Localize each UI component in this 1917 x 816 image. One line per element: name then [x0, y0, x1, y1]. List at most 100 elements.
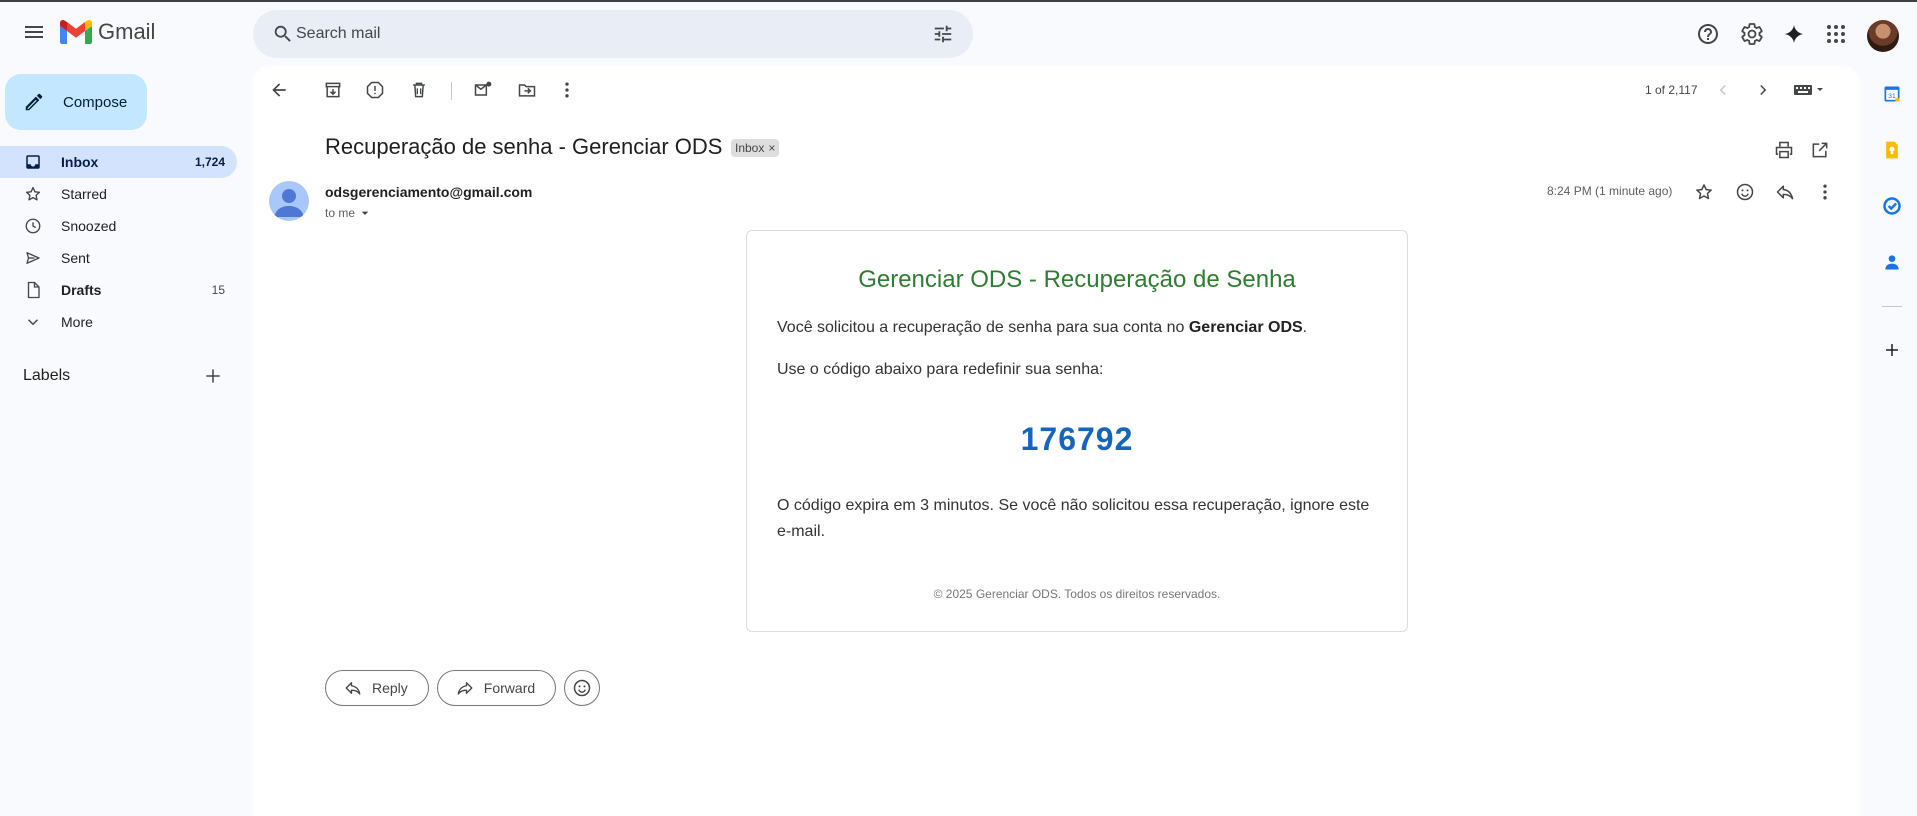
keyboard-icon — [1794, 85, 1823, 95]
compose-button[interactable]: Compose — [5, 74, 147, 130]
move-to-button[interactable] — [509, 72, 545, 108]
message-more-button[interactable] — [1807, 174, 1843, 210]
sender-avatar[interactable] — [269, 181, 309, 221]
gmail-m-icon — [60, 20, 92, 44]
unread-count: 1,724 — [194, 155, 225, 169]
p1-bold-brand: Gerenciar ODS — [1188, 319, 1303, 336]
star-icon — [23, 184, 43, 204]
inbox-label-chip[interactable]: Inbox × — [731, 139, 780, 157]
chevron-down-icon — [23, 312, 43, 332]
add-reaction-button[interactable] — [1727, 174, 1763, 210]
print-icon — [1775, 141, 1793, 159]
calendar-app-button[interactable]: 31 — [1872, 74, 1912, 114]
message-time: 8:24 PM (1 minute ago) — [1547, 184, 1673, 198]
draft-icon — [23, 280, 43, 300]
report-spam-button[interactable] — [357, 72, 393, 108]
search-bar[interactable] — [253, 10, 973, 58]
reply-button-header[interactable] — [1767, 174, 1803, 210]
caret-down-icon — [361, 211, 369, 215]
email-body-card: Gerenciar ODS - Recuperação de Senha Voc… — [746, 230, 1408, 632]
email-subject: Recuperação de senha - Gerenciar ODS — [325, 134, 723, 159]
tune-icon — [934, 25, 952, 43]
email-body-title: Gerenciar ODS - Recuperação de Senha — [858, 266, 1296, 293]
apps-button[interactable] — [1816, 14, 1856, 54]
plus-icon — [206, 369, 220, 383]
side-panel-divider — [1882, 306, 1902, 307]
get-addons-button[interactable] — [1872, 330, 1912, 370]
search-options-button[interactable] — [923, 14, 963, 54]
sidebar-item-label: Drafts — [61, 282, 102, 298]
email-body-paragraph-1: Você solicitou a recuperação de senha pa… — [777, 319, 1307, 337]
tasks-app-button[interactable] — [1872, 186, 1912, 226]
inbox-icon — [23, 152, 43, 172]
contacts-app-button[interactable] — [1872, 242, 1912, 282]
hamburger-icon — [25, 26, 43, 38]
trash-icon — [413, 82, 425, 98]
search-input[interactable] — [296, 22, 856, 46]
calendar-icon: 31 — [1884, 86, 1900, 102]
reply-icon — [1776, 185, 1794, 200]
emoji-icon — [573, 679, 591, 697]
report-icon — [366, 81, 384, 99]
message-view: 1 of 2,117 Recuperação de senha - Gerenc… — [253, 66, 1859, 816]
open-in-new-icon — [1812, 142, 1828, 158]
arrow-back-icon — [272, 83, 286, 97]
sidebar-item-more[interactable]: More — [0, 306, 237, 338]
main-menu-button[interactable] — [14, 12, 54, 52]
pencil-icon — [25, 93, 43, 111]
reply-icon — [345, 682, 361, 695]
print-all-button[interactable] — [1766, 132, 1802, 168]
chip-label: Inbox — [735, 141, 765, 155]
open-new-window-button[interactable] — [1802, 132, 1838, 168]
sidebar-item-inbox[interactable]: Inbox 1,724 — [0, 146, 237, 178]
header-actions — [1688, 14, 1856, 54]
compose-label: Compose — [63, 93, 128, 111]
react-emoji-button[interactable] — [564, 670, 601, 706]
recipient-details[interactable]: to me — [325, 205, 373, 221]
archive-icon — [325, 82, 341, 98]
sidebar-item-drafts[interactable]: Drafts 15 — [0, 274, 237, 306]
older-button[interactable] — [1745, 72, 1781, 108]
gear-icon — [1741, 23, 1763, 45]
star-button[interactable] — [1686, 174, 1722, 210]
drafts-count: 15 — [211, 283, 225, 297]
delete-button[interactable] — [401, 72, 437, 108]
mail-unread-icon — [474, 81, 492, 96]
support-button[interactable] — [1688, 14, 1728, 54]
email-body-paragraph-2: Use o código abaixo para redefinir sua s… — [777, 361, 1104, 378]
sidebar-item-label: Sent — [61, 250, 90, 266]
recipient-label: to me — [325, 206, 356, 220]
archive-button[interactable] — [315, 72, 351, 108]
gmail-logo[interactable]: Gmail — [60, 19, 155, 45]
account-avatar[interactable] — [1867, 20, 1899, 52]
more-actions-button[interactable] — [549, 72, 585, 108]
more-vert-icon — [1823, 184, 1827, 200]
forward-button[interactable]: Forward — [436, 670, 557, 706]
reply-button[interactable]: Reply — [325, 670, 429, 706]
labels-section: Labels — [23, 364, 233, 388]
sidebar-item-sent[interactable]: Sent — [0, 242, 237, 274]
settings-button[interactable] — [1732, 14, 1772, 54]
sidebar-item-starred[interactable]: Starred — [0, 178, 237, 210]
folder-move-icon — [518, 84, 536, 97]
keep-app-button[interactable] — [1872, 130, 1912, 170]
help-icon — [1698, 24, 1718, 44]
sender-email[interactable]: odsgerenciamento@gmail.com — [325, 184, 532, 200]
sidebar-item-label: Inbox — [61, 154, 99, 170]
input-tools-button[interactable] — [1785, 72, 1833, 108]
sidebar-item-snoozed[interactable]: Snoozed — [0, 210, 237, 242]
tasks-icon — [1883, 197, 1901, 215]
search-icon — [274, 25, 291, 42]
remove-label-button[interactable]: × — [768, 141, 775, 155]
gemini-button[interactable] — [1774, 14, 1814, 54]
p1-text: Você solicitou a recuperação de senha pa… — [777, 319, 1189, 336]
more-vert-icon — [565, 82, 569, 98]
clock-icon — [23, 216, 43, 236]
back-button[interactable] — [261, 72, 297, 108]
star-outline-icon — [1696, 184, 1712, 200]
mark-unread-button[interactable] — [465, 72, 501, 108]
create-label-button[interactable] — [193, 356, 233, 396]
toolbar-divider — [451, 82, 452, 100]
p1-suffix: . — [1302, 319, 1308, 336]
newer-button[interactable] — [1705, 72, 1741, 108]
